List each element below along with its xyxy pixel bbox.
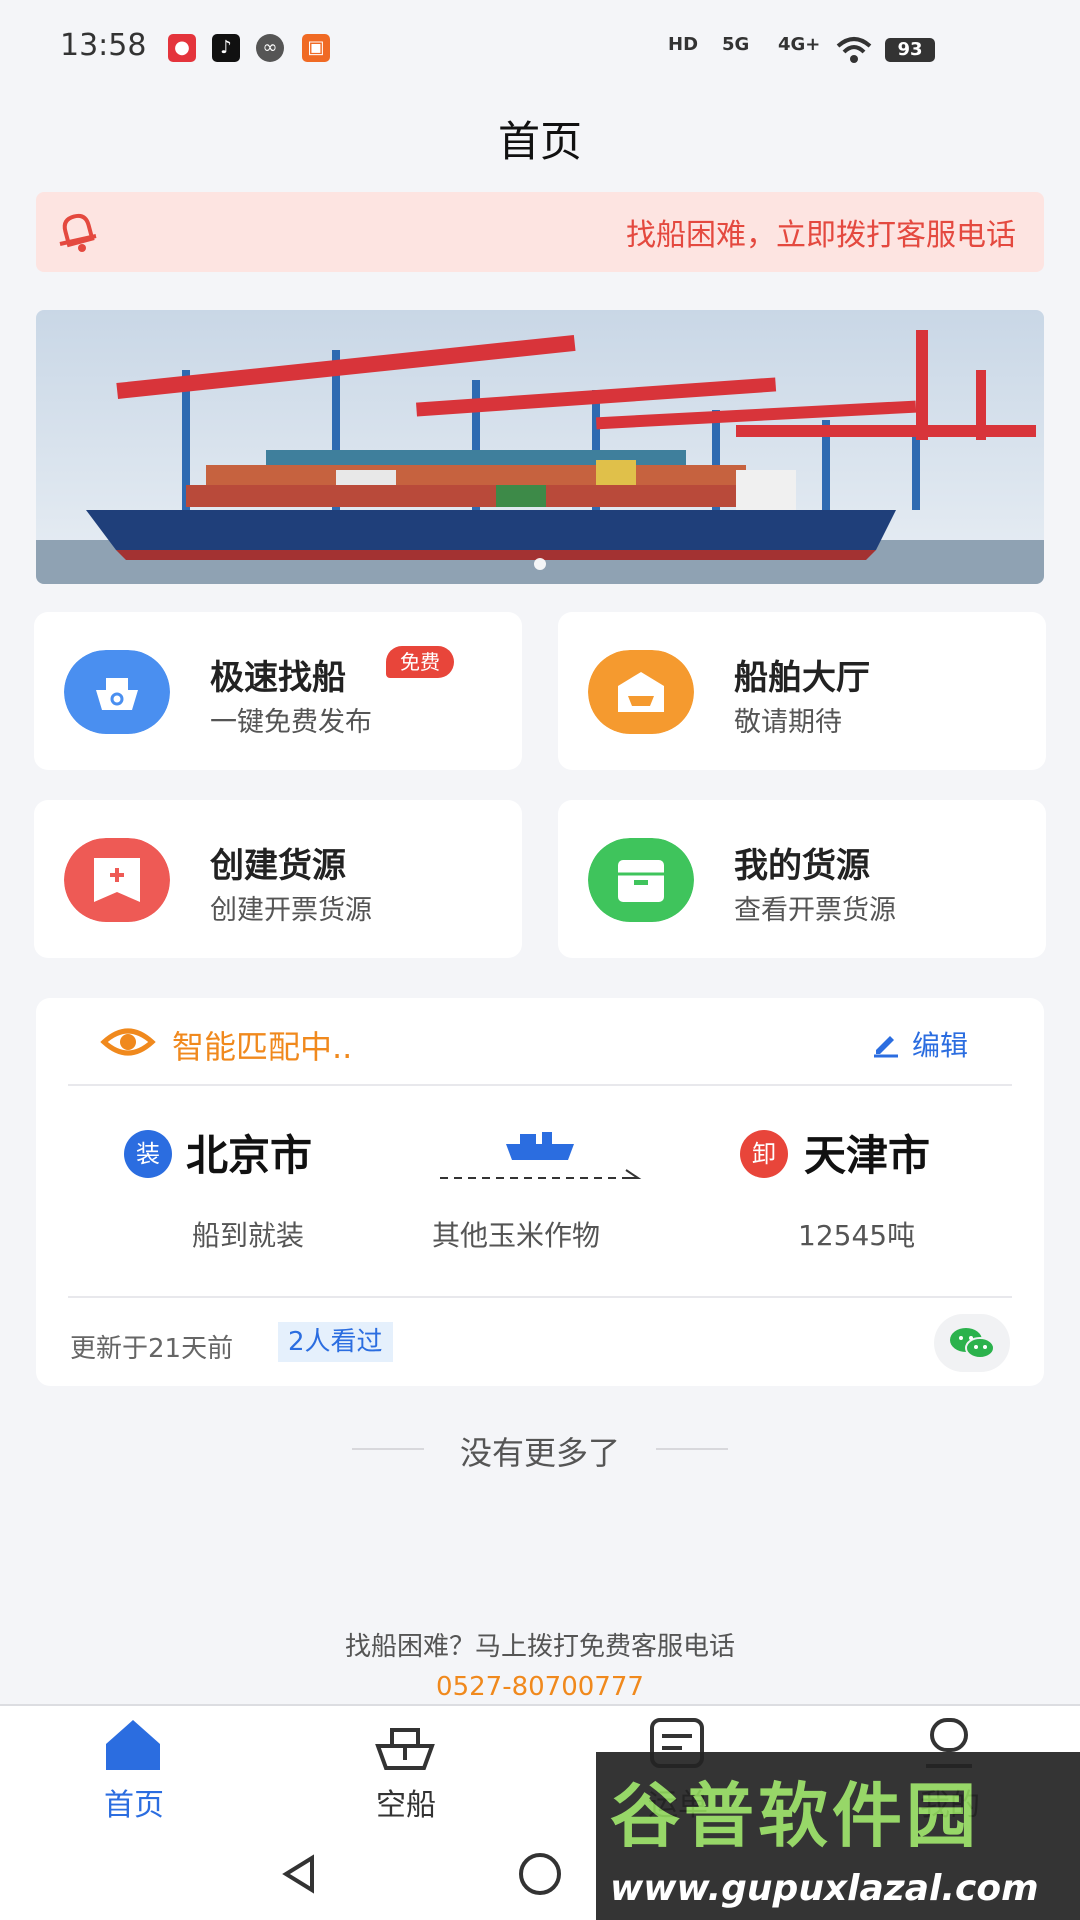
route-ship-icon [440, 1132, 642, 1179]
card-title: 船舶大厅 [734, 658, 870, 698]
hotline-prompt: 找船困难？马上拨打免费客服电话 [344, 1632, 735, 1662]
page-title: 首页 [497, 117, 582, 166]
load-tag: 装 [124, 1130, 172, 1178]
app-screen: 13:58 ● ♪ ∞ ▣ HD 5G 4G+ 93 首页 找船困难，立即拨打客… [0, 0, 1080, 1920]
card-title: 极速找船 [210, 658, 346, 698]
empty-ship-icon[interactable] [372, 1716, 438, 1772]
card-subtitle: 创建开票货源 [210, 895, 372, 926]
unload-tag: 卸 [740, 1130, 788, 1178]
5g-indicator: 5G [722, 34, 750, 55]
notice-text: 找船困难，立即拨打客服电话 [626, 218, 1016, 253]
edit-icon[interactable] [870, 1026, 902, 1058]
banner-carousel[interactable] [36, 310, 1044, 584]
hotline-number[interactable]: 0527-80700777 [0, 1672, 1080, 1702]
carousel-dot[interactable] [534, 558, 546, 570]
destination-city: 天津市 [804, 1131, 931, 1180]
eye-scan-icon [100, 1028, 156, 1056]
card-fast-find-ship[interactable]: 极速找船 免费 一键免费发布 [34, 612, 522, 770]
card-my-cargo[interactable]: 我的货源 查看开票货源 [558, 800, 1046, 958]
watermark-url: www.gupuxlazal.com [610, 1868, 1039, 1909]
bell-icon [59, 213, 97, 252]
views-badge: 2人看过 [278, 1322, 393, 1362]
hd-indicator: HD [668, 34, 699, 55]
updated-time: 更新于21天前 [70, 1334, 234, 1364]
ship-hall-icon [588, 650, 694, 734]
container-port-ship-image [36, 310, 1044, 584]
tab-empty-ship[interactable]: 空船 [346, 1780, 466, 1824]
status-bar: 13:58 ● ♪ ∞ ▣ HD 5G 4G+ 93 [0, 0, 1080, 100]
cargo-weight: 12545吨 [798, 1219, 916, 1252]
card-title: 创建货源 [210, 846, 346, 886]
origin-note: 船到就装 [192, 1219, 305, 1252]
home-icon[interactable] [100, 1716, 166, 1772]
divider [68, 1296, 1012, 1298]
card-ship-hall[interactable]: 船舶大厅 敬请期待 [558, 612, 1046, 770]
match-status: 智能匹配中.. [172, 1028, 353, 1066]
card-subtitle: 一键免费发布 [210, 707, 372, 738]
wechat-icon [950, 1328, 995, 1359]
back-nav-icon[interactable] [278, 1852, 322, 1896]
no-more-text: 没有更多了 [459, 1434, 620, 1472]
divider-right [656, 1448, 728, 1450]
edit-button[interactable]: 编辑 [912, 1024, 968, 1064]
wifi-icon [836, 37, 872, 63]
my-cargo-icon [588, 838, 694, 922]
link-app-icon: ∞ [256, 34, 284, 62]
4g-indicator: 4G+ [778, 34, 821, 55]
create-cargo-icon [64, 838, 170, 922]
home-nav-icon[interactable] [516, 1850, 564, 1898]
wechat-share-button[interactable] [934, 1314, 1010, 1372]
divider [68, 1084, 1012, 1086]
orange-app-icon: ▣ [302, 34, 330, 62]
battery-indicator: 93 [885, 38, 935, 62]
origin-city: 北京市 [186, 1131, 313, 1180]
card-create-cargo[interactable]: 创建货源 创建开票货源 [34, 800, 522, 958]
site-watermark: 谷普软件园 www.gupuxlazal.com [596, 1752, 1080, 1920]
card-title: 我的货源 [734, 846, 870, 886]
free-badge: 免费 [386, 646, 454, 678]
status-time: 13:58 [60, 28, 147, 63]
card-subtitle: 敬请期待 [734, 707, 842, 738]
cargo-type: 其他玉米作物 [432, 1219, 601, 1252]
watermark-title: 谷普软件园 [610, 1775, 980, 1857]
tiktok-icon: ♪ [212, 34, 240, 62]
app-icon-red: ● [168, 34, 196, 62]
notice-bar[interactable]: 找船困难，立即拨打客服电话 [36, 192, 1044, 272]
ship-search-icon [64, 650, 170, 734]
card-subtitle: 查看开票货源 [734, 895, 896, 926]
tab-home[interactable]: 首页 [74, 1780, 194, 1824]
